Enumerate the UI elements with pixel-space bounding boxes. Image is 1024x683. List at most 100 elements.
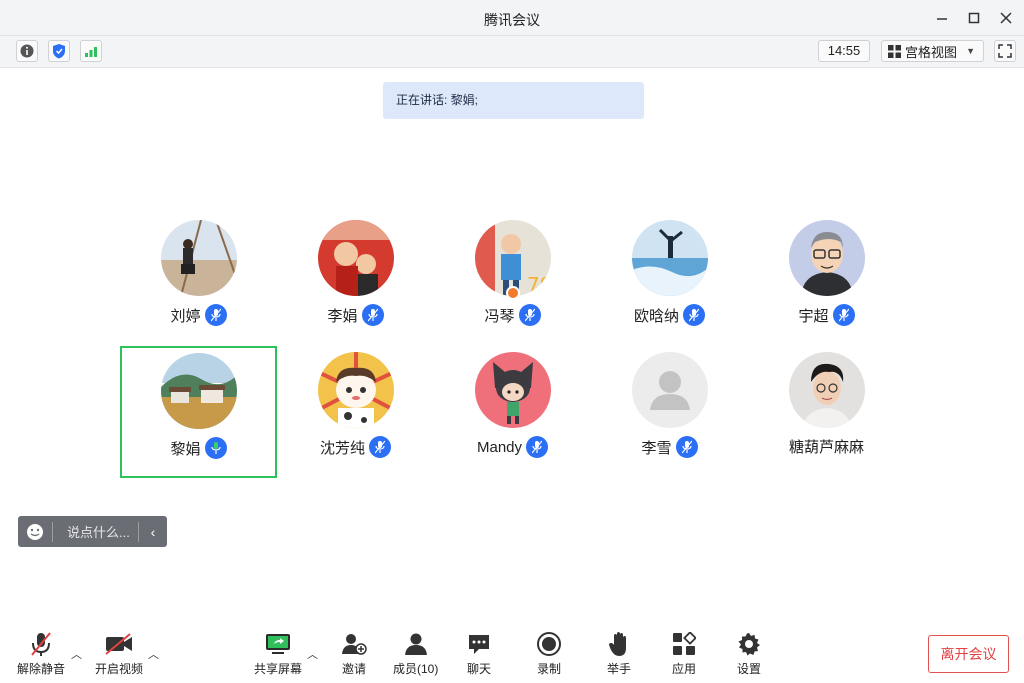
unmute-button[interactable]: 解除静音 bbox=[17, 630, 65, 677]
avatar bbox=[475, 352, 551, 428]
hand-icon bbox=[609, 632, 626, 656]
avatar bbox=[632, 220, 708, 296]
participant-name-row: 刘婷 bbox=[120, 304, 277, 326]
signal-bars-icon bbox=[85, 47, 97, 57]
avatar bbox=[161, 220, 237, 296]
participant-name: 黎娟 bbox=[170, 440, 201, 458]
network-status-button[interactable] bbox=[80, 40, 102, 62]
share-screen-icon bbox=[266, 634, 290, 654]
maximize-icon bbox=[968, 12, 980, 24]
collapse-chevron-icon[interactable]: ‹ bbox=[139, 524, 167, 540]
participant-name: 沈芳纯 bbox=[319, 439, 365, 457]
participant-tile[interactable]: 欧晗纳 bbox=[591, 214, 748, 344]
avatar: 79 bbox=[475, 220, 551, 296]
title-bar: 腾讯会议 bbox=[0, 0, 1024, 36]
mic-icon bbox=[204, 304, 227, 326]
participant-name: 冯琴 bbox=[484, 307, 515, 325]
mic-icon bbox=[675, 436, 698, 458]
close-button[interactable] bbox=[994, 6, 1018, 30]
window-title: 腾讯会议 bbox=[484, 12, 540, 28]
shield-icon bbox=[53, 44, 65, 59]
view-label: 宫格视图 bbox=[905, 44, 958, 60]
fullscreen-button[interactable] bbox=[994, 40, 1016, 62]
participant-name-row: 李雪 bbox=[591, 436, 748, 458]
avatar bbox=[318, 220, 394, 296]
share-options-chevron-icon[interactable]: ︿ bbox=[307, 646, 318, 662]
grid-view-icon bbox=[888, 44, 901, 58]
participant-name-row: 糖葫芦麻麻 bbox=[748, 436, 905, 457]
maximize-button[interactable] bbox=[962, 6, 986, 30]
chat-button[interactable]: 聊天 bbox=[467, 630, 491, 677]
chat-input[interactable]: 说点什么... bbox=[53, 522, 138, 541]
gear-icon bbox=[738, 633, 760, 656]
settings-button[interactable]: 设置 bbox=[737, 630, 761, 677]
participant-tile-active[interactable]: 黎娟 bbox=[120, 346, 277, 478]
participant-name: 糖葫芦麻麻 bbox=[788, 439, 864, 456]
fullscreen-icon bbox=[998, 44, 1012, 58]
mic-icon bbox=[518, 304, 541, 326]
default-user-icon bbox=[650, 371, 690, 410]
invite-button[interactable]: 邀请 bbox=[341, 630, 367, 677]
meeting-time: 14:55 bbox=[818, 40, 870, 62]
video-options-chevron-icon[interactable]: ︿ bbox=[148, 646, 159, 662]
avatar bbox=[318, 352, 394, 428]
participant-tile[interactable]: 糖葫芦麻麻 bbox=[748, 346, 905, 476]
host-badge-icon bbox=[506, 286, 520, 300]
info-icon bbox=[20, 44, 34, 58]
add-user-icon bbox=[342, 634, 367, 655]
participant-name-row: 欧晗纳 bbox=[591, 304, 748, 326]
participant-name-row: Mandy bbox=[434, 436, 591, 458]
mic-icon bbox=[526, 436, 549, 458]
grid-view-dropdown[interactable]: 宫格视图 ▼ bbox=[881, 40, 984, 62]
participant-tile[interactable]: 79 冯琴 bbox=[434, 214, 591, 344]
avatar bbox=[789, 220, 865, 296]
participant-name-row: 沈芳纯 bbox=[277, 436, 434, 458]
mic-muted-icon bbox=[31, 632, 51, 656]
participant-tile[interactable]: 宇超 bbox=[748, 214, 905, 344]
security-button[interactable] bbox=[48, 40, 70, 62]
participant-name: 欧晗纳 bbox=[633, 307, 679, 325]
meeting-toolbar: 14:55 宫格视图 ▼ bbox=[0, 36, 1024, 68]
minimize-button[interactable] bbox=[930, 6, 954, 30]
camera-off-icon bbox=[105, 633, 132, 655]
info-button[interactable] bbox=[16, 40, 38, 62]
minimize-icon bbox=[937, 18, 947, 20]
record-icon bbox=[537, 632, 561, 656]
apps-button[interactable]: 应用 bbox=[672, 630, 696, 677]
participant-name-row: 李娟 bbox=[277, 304, 434, 326]
participant-tile[interactable]: 沈芳纯 bbox=[277, 346, 434, 476]
close-icon bbox=[1000, 12, 1012, 24]
participant-name: Mandy bbox=[476, 438, 523, 456]
participant-name: 宇超 bbox=[798, 307, 829, 325]
participant-name-row: 宇超 bbox=[748, 304, 905, 326]
mic-icon bbox=[683, 304, 705, 326]
raise-hand-button[interactable]: 举手 bbox=[607, 630, 631, 677]
mic-speaking-icon bbox=[204, 437, 227, 459]
members-icon bbox=[404, 633, 427, 655]
participant-name: 刘婷 bbox=[170, 307, 201, 325]
emoji-icon[interactable] bbox=[18, 523, 52, 541]
mic-icon bbox=[832, 304, 855, 326]
avatar bbox=[161, 353, 237, 429]
participant-name-row: 黎娟 bbox=[122, 437, 275, 459]
participant-tile[interactable]: 李雪 bbox=[591, 346, 748, 476]
apps-icon bbox=[673, 632, 696, 655]
avatar bbox=[632, 352, 708, 428]
record-button[interactable]: 录制 bbox=[536, 630, 562, 677]
participant-name-row: 冯琴 bbox=[434, 304, 591, 326]
share-screen-button[interactable]: 共享屏幕 bbox=[254, 630, 302, 677]
chat-input-bar[interactable]: 说点什么... ‹ bbox=[18, 516, 167, 547]
mic-icon bbox=[361, 304, 384, 326]
audio-options-chevron-icon[interactable]: ︿ bbox=[71, 646, 82, 662]
participant-tile[interactable]: Mandy bbox=[434, 346, 591, 476]
participant-name: 李娟 bbox=[327, 307, 358, 325]
avatar bbox=[789, 352, 865, 428]
members-button[interactable]: 成员(10) bbox=[393, 630, 438, 677]
participant-name: 李雪 bbox=[641, 439, 672, 457]
speaking-indicator: 正在讲话: 黎娟; bbox=[383, 82, 644, 119]
participant-tile[interactable]: 李娟 bbox=[277, 214, 434, 344]
start-video-button[interactable]: 开启视频 bbox=[95, 630, 143, 677]
caret-down-icon: ▼ bbox=[966, 46, 975, 56]
leave-meeting-button[interactable]: 离开会议 bbox=[928, 635, 1009, 673]
participant-tile[interactable]: 刘婷 bbox=[120, 214, 277, 344]
